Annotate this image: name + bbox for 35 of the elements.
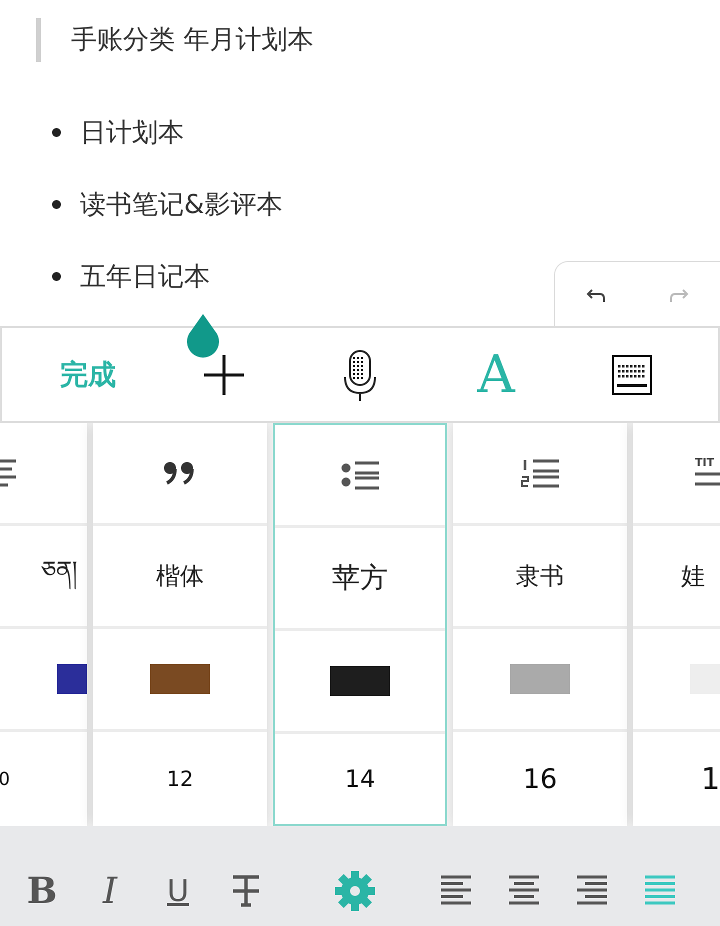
- font-size-value: 1: [701, 762, 720, 796]
- font-name: 苹方: [332, 560, 388, 596]
- list-item-text: 读书笔记&影评本: [80, 188, 282, 222]
- bold-button[interactable]: B: [8, 870, 76, 912]
- font-size-value: 12: [166, 767, 194, 791]
- list-item-text: 日计划本: [80, 116, 184, 150]
- list-item-text: 五年日记本: [80, 260, 210, 294]
- style-column[interactable]: 隶书 16: [453, 423, 627, 826]
- style-column[interactable]: ཅན། 0: [0, 423, 87, 826]
- numbered-list-icon[interactable]: [521, 458, 559, 488]
- underline-button[interactable]: U: [144, 874, 212, 908]
- align-left-icon[interactable]: [441, 875, 471, 907]
- microphone-icon[interactable]: [343, 348, 377, 400]
- font-name: 楷体: [156, 561, 204, 592]
- quote-text: 手账分类 年月计划本: [36, 18, 720, 62]
- style-column[interactable]: TIT 娃 1: [633, 423, 720, 826]
- font-size-value: 16: [522, 764, 558, 794]
- bullet-dot: [52, 128, 61, 136]
- bullet-dot: [52, 200, 61, 208]
- font-name: ཅན།: [41, 542, 77, 610]
- align-center-icon[interactable]: [509, 875, 539, 907]
- cursor-handle-icon[interactable]: [184, 314, 222, 360]
- bulleted-list-icon[interactable]: [341, 460, 379, 490]
- font-name: 娃: [681, 561, 705, 592]
- keyboard-icon[interactable]: [612, 354, 652, 394]
- style-column[interactable]: 苹方 14: [273, 423, 447, 826]
- style-column[interactable]: 楷体 12: [93, 423, 267, 826]
- plus-icon[interactable]: [204, 354, 244, 394]
- font-size-value: 0: [0, 768, 10, 790]
- align-right-icon[interactable]: [577, 875, 607, 907]
- font-name: 隶书: [516, 561, 564, 592]
- font-size-value: 14: [344, 765, 376, 793]
- strikethrough-icon[interactable]: [232, 875, 260, 907]
- bullet-dot: [52, 272, 61, 280]
- italic-button[interactable]: I: [76, 870, 144, 912]
